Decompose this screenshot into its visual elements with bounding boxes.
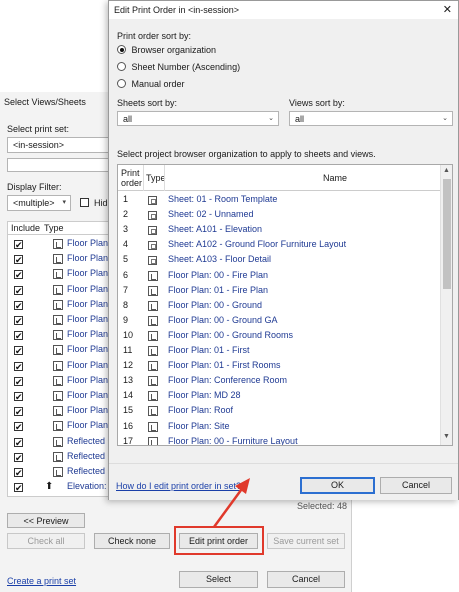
- highlight-arrow: [212, 478, 250, 528]
